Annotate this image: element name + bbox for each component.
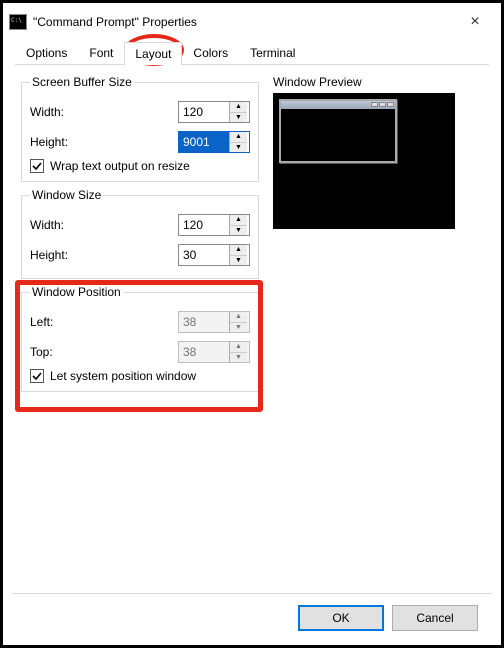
input-position-left — [179, 312, 229, 332]
chevron-up-icon[interactable]: ▲ — [230, 102, 247, 113]
spinner-window-width[interactable]: ▲ ▼ — [178, 214, 250, 236]
close-button[interactable]: × — [455, 13, 495, 31]
label-position-top: Top: — [30, 345, 178, 359]
preview-mini-window — [279, 99, 397, 163]
label-position-left: Left: — [30, 315, 178, 329]
label-window-height: Height: — [30, 248, 178, 262]
checkbox-let-system[interactable] — [30, 369, 44, 383]
window-title: "Command Prompt" Properties — [33, 15, 455, 29]
chevron-up-icon[interactable]: ▲ — [230, 132, 247, 143]
chevron-up-icon: ▲ — [230, 342, 247, 353]
legend-window-position: Window Position — [30, 285, 123, 299]
tab-layout[interactable]: Layout — [124, 42, 182, 65]
chevron-down-icon: ▼ — [230, 323, 247, 333]
window-preview — [273, 93, 455, 229]
label-buffer-width: Width: — [30, 105, 178, 119]
input-position-top — [179, 342, 229, 362]
chevron-up-icon[interactable]: ▲ — [230, 245, 247, 256]
button-bar: OK Cancel — [12, 593, 492, 641]
tab-options[interactable]: Options — [15, 41, 78, 64]
chevron-down-icon[interactable]: ▼ — [230, 226, 247, 236]
input-window-width[interactable] — [179, 215, 229, 235]
cancel-button[interactable]: Cancel — [392, 605, 478, 631]
label-window-width: Width: — [30, 218, 178, 232]
label-buffer-height: Height: — [30, 135, 178, 149]
chevron-up-icon[interactable]: ▲ — [230, 215, 247, 226]
input-buffer-height[interactable] — [179, 132, 229, 152]
chevron-down-icon[interactable]: ▼ — [230, 113, 247, 123]
properties-dialog: "Command Prompt" Properties × Options Fo… — [7, 7, 497, 641]
legend-screen-buffer: Screen Buffer Size — [30, 75, 134, 89]
tab-terminal[interactable]: Terminal — [239, 41, 306, 64]
tab-colors[interactable]: Colors — [182, 41, 239, 64]
app-icon — [9, 14, 27, 30]
chevron-up-icon: ▲ — [230, 312, 247, 323]
ok-button[interactable]: OK — [298, 605, 384, 631]
label-window-preview: Window Preview — [273, 75, 483, 89]
label-wrap-text: Wrap text output on resize — [50, 159, 190, 173]
group-screen-buffer: Screen Buffer Size Width: ▲ ▼ Height: — [21, 75, 259, 182]
label-let-system: Let system position window — [50, 369, 196, 383]
input-buffer-width[interactable] — [179, 102, 229, 122]
group-window-position: Window Position Left: ▲ ▼ Top: — [21, 285, 259, 392]
spinner-buffer-height[interactable]: ▲ ▼ — [178, 131, 250, 153]
input-window-height[interactable] — [179, 245, 229, 265]
spinner-position-top: ▲ ▼ — [178, 341, 250, 363]
checkbox-wrap-text[interactable] — [30, 159, 44, 173]
tab-font[interactable]: Font — [78, 41, 124, 64]
titlebar: "Command Prompt" Properties × — [7, 7, 497, 37]
group-window-size: Window Size Width: ▲ ▼ Height: — [21, 188, 259, 279]
tab-strip: Options Font Layout Colors Terminal — [7, 37, 497, 64]
spinner-position-left: ▲ ▼ — [178, 311, 250, 333]
legend-window-size: Window Size — [30, 188, 103, 202]
chevron-down-icon[interactable]: ▼ — [230, 256, 247, 266]
spinner-buffer-width[interactable]: ▲ ▼ — [178, 101, 250, 123]
chevron-down-icon: ▼ — [230, 353, 247, 363]
spinner-window-height[interactable]: ▲ ▼ — [178, 244, 250, 266]
chevron-down-icon[interactable]: ▼ — [230, 143, 247, 153]
